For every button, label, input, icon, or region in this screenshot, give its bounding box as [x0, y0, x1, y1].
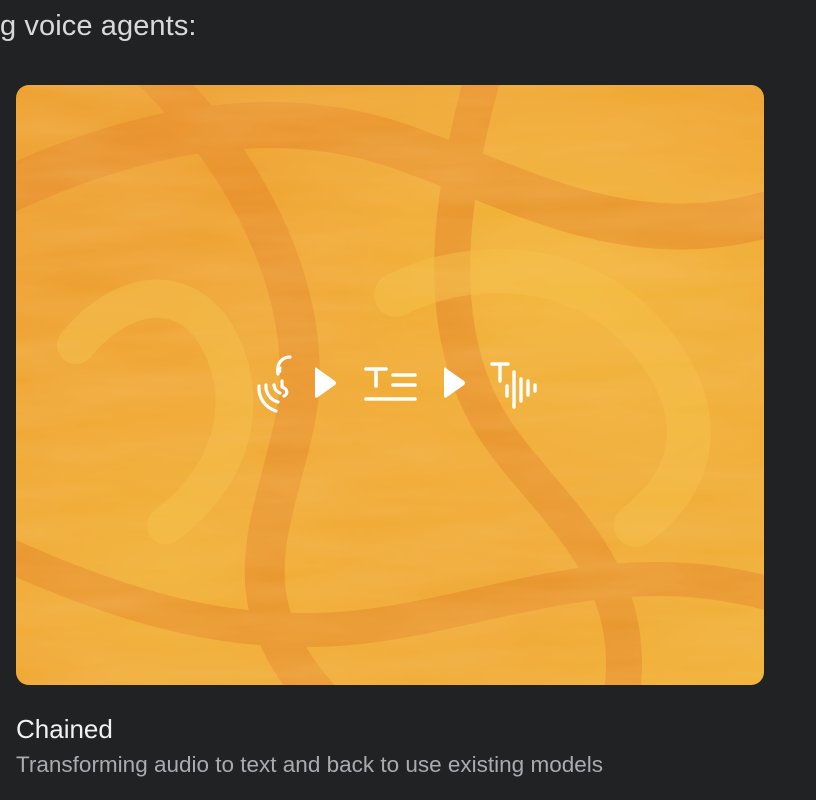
- play-arrow-icon: [444, 367, 465, 398]
- card-description: Transforming audio to text and back to u…: [16, 752, 603, 777]
- text-lines-icon: [364, 367, 417, 401]
- chained-approach-card[interactable]: [16, 85, 764, 685]
- pipeline-diagram: [257, 355, 537, 413]
- speech-input-icon: [257, 355, 292, 413]
- card-title[interactable]: Chained: [16, 714, 113, 745]
- play-arrow-icon: [315, 367, 336, 398]
- text-to-speech-icon: [490, 362, 537, 409]
- section-intro-text: g voice agents:: [0, 10, 197, 42]
